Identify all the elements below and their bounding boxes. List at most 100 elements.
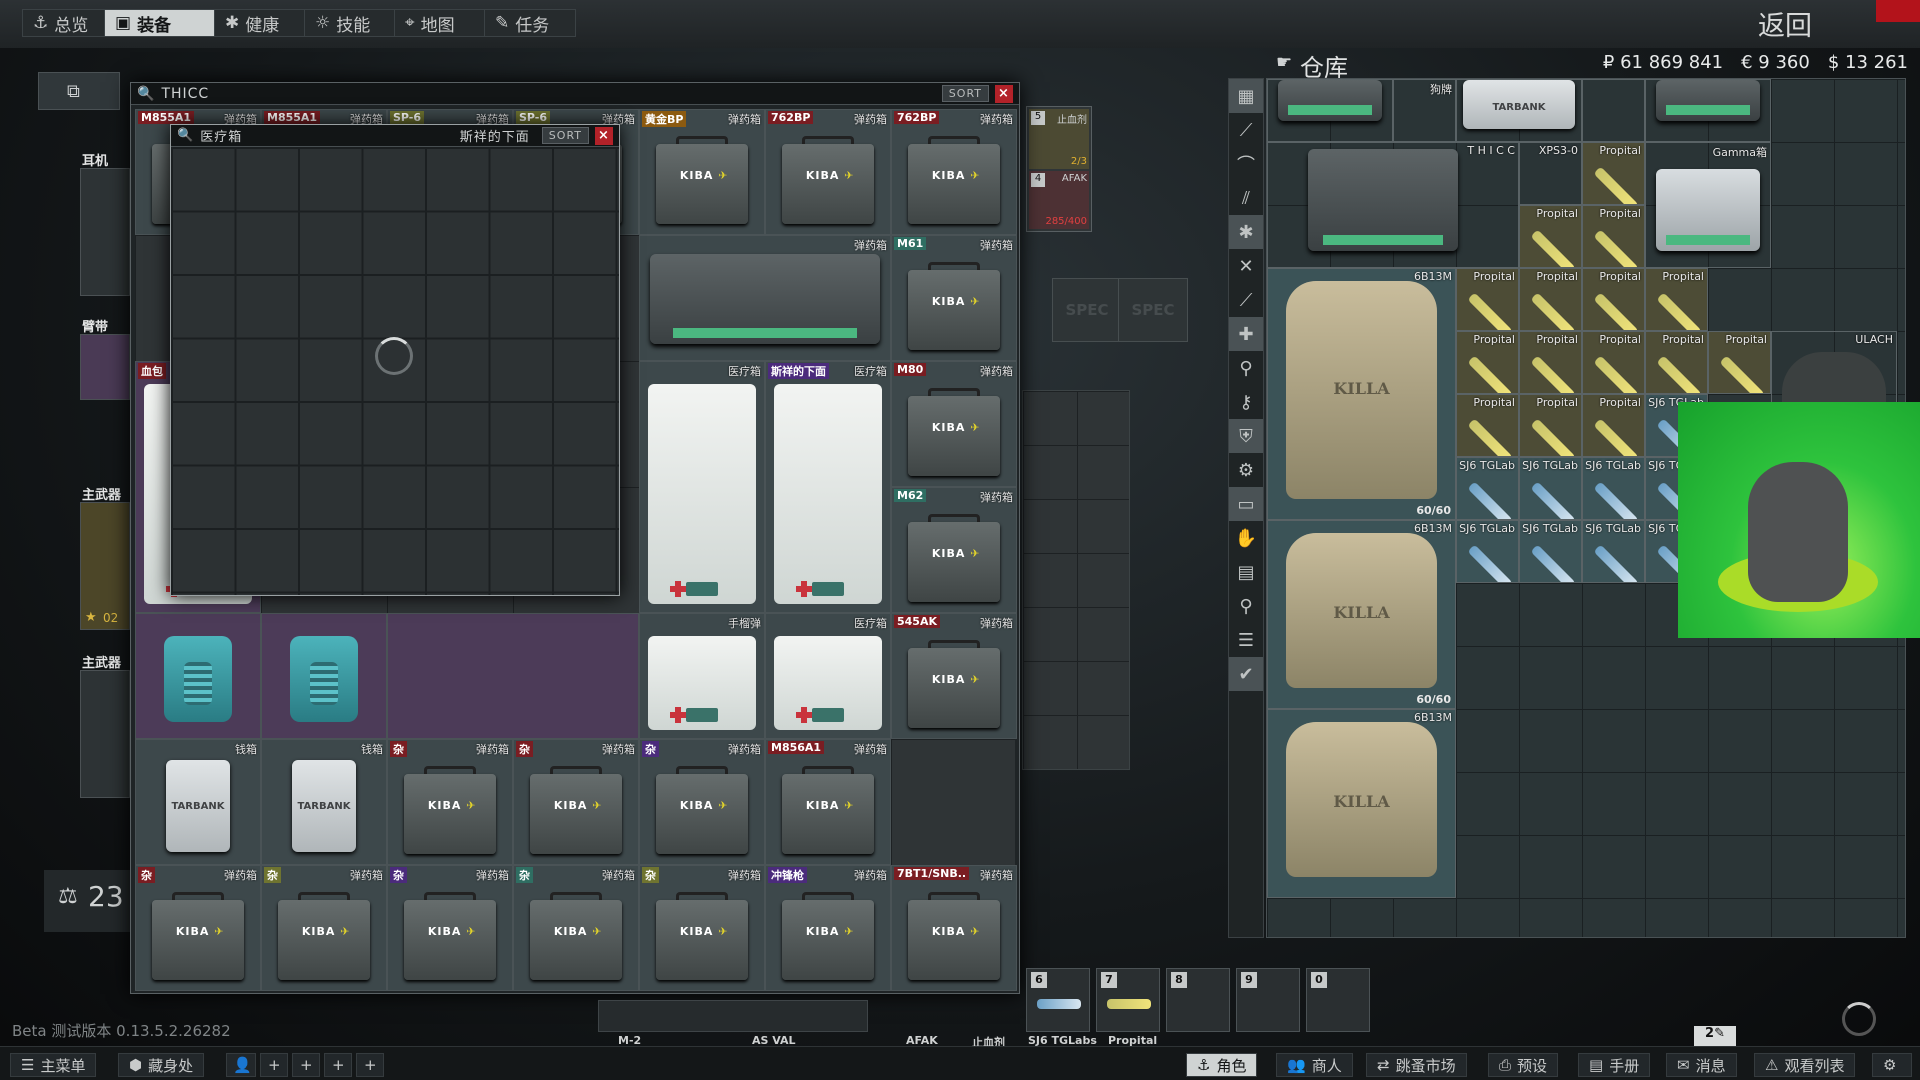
stash-propital-item[interactable]: Propital xyxy=(1582,205,1645,268)
thicc-window-header[interactable]: 🔍 THICC SORT × xyxy=(131,83,1019,105)
hemostat-item[interactable]: 5 止血剂 2/3 xyxy=(1029,109,1089,169)
headset-slot[interactable] xyxy=(80,168,130,296)
stash-sj6-item[interactable]: SJ6 TGLab xyxy=(1519,520,1582,583)
container-item[interactable]: 医疗箱 xyxy=(765,613,891,739)
stash-sj6-item[interactable]: SJ6 TGLab xyxy=(1582,520,1645,583)
quick-slot-0[interactable]: 0 xyxy=(1306,968,1370,1032)
flea-market-button[interactable]: ⇄ 跳蚤市场 xyxy=(1366,1053,1467,1077)
container-item[interactable]: 手榴弹 xyxy=(639,613,765,739)
nav-overview[interactable]: ⚓ 总览 xyxy=(22,9,106,37)
stash-case-item[interactable] xyxy=(1645,79,1771,142)
container-item[interactable]: 弹药箱 xyxy=(639,235,891,361)
spec-slot-1[interactable]: SPEC xyxy=(1052,278,1122,342)
back-button[interactable]: 返回 xyxy=(1758,4,1812,43)
container-item[interactable]: KIBA ✈ 杂 弹药箱 xyxy=(261,865,387,991)
stash-thicc-item[interactable]: T H I C C xyxy=(1267,142,1519,268)
filter-medical-icon[interactable]: ✚ xyxy=(1229,317,1263,351)
stash-propital-item[interactable]: Propital xyxy=(1519,331,1582,394)
filter-containers-icon[interactable]: ▭ xyxy=(1229,487,1263,521)
afak-item[interactable]: 4 AFAK 285/400 xyxy=(1029,171,1089,229)
nav-skills[interactable]: ☼ 技能 xyxy=(304,9,396,37)
container-item[interactable]: KIBA ✈ 7BT1/SNB.. 弹药箱 xyxy=(891,865,1017,991)
stash-propital-item[interactable]: Propital xyxy=(1708,331,1771,394)
stash-propital-item[interactable]: Propital xyxy=(1519,394,1582,457)
container-item[interactable]: KIBA ✈ 762BP 弹药箱 xyxy=(765,109,891,235)
container-item[interactable]: KIBA ✈ 杂 弹药箱 xyxy=(135,865,261,991)
medcase-sort-button[interactable]: SORT xyxy=(541,127,589,144)
teal-case-item[interactable] xyxy=(135,613,261,739)
stash-propital-item[interactable]: Propital xyxy=(1582,394,1645,457)
filter-mods-icon[interactable]: ⚙ xyxy=(1229,453,1263,487)
filter-food-icon[interactable]: ⚲ xyxy=(1229,351,1263,385)
stash-propital-item[interactable]: Propital xyxy=(1456,394,1519,457)
messages-button[interactable]: ✉ 消息 xyxy=(1666,1053,1737,1077)
traders-button[interactable]: 👥 商人 xyxy=(1276,1053,1353,1077)
container-item[interactable]: KIBA ✈ M80 弹药箱 xyxy=(891,361,1017,487)
container-item[interactable]: KIBA ✈ M856A1 弹药箱 xyxy=(765,739,891,865)
handbook-button[interactable]: ▤ 手册 xyxy=(1578,1053,1651,1077)
watchlist-button[interactable]: ⚠ 观看列表 xyxy=(1754,1053,1856,1077)
container-item[interactable]: KIBA ✈ 黄金BP 弹药箱 xyxy=(639,109,765,235)
container-item[interactable]: 斯祥的下面 医疗箱 xyxy=(765,361,891,613)
filter-weapons-icon[interactable]: ⟋ xyxy=(1229,113,1263,147)
stash-tarbank-item[interactable]: TARBANK xyxy=(1456,79,1582,142)
stash-item[interactable] xyxy=(1582,79,1645,142)
stash-propital-item[interactable]: Propital xyxy=(1456,268,1519,331)
teal-case-item[interactable] xyxy=(261,613,387,739)
stash-propital-item[interactable]: Propital xyxy=(1645,331,1708,394)
container-item[interactable]: KIBA ✈ 杂 弹药箱 xyxy=(387,739,513,865)
add-slot-4[interactable]: + xyxy=(356,1053,384,1077)
character-button[interactable]: ⚓ 角色 xyxy=(1186,1053,1258,1077)
quick-slot-8[interactable]: 8 xyxy=(1166,968,1230,1032)
filter-melee-icon[interactable]: ✕ xyxy=(1229,249,1263,283)
container-item[interactable]: KIBA ✈ 杂 弹药箱 xyxy=(387,865,513,991)
filter-armor-icon[interactable]: ⛨ xyxy=(1229,419,1263,453)
stash-vest-item[interactable]: KILLA 6B13M 60/60 xyxy=(1267,268,1456,520)
filter-gear-icon[interactable]: ⌒ xyxy=(1229,147,1263,181)
container-item[interactable]: 医疗箱 xyxy=(639,361,765,613)
rig-grid[interactable] xyxy=(1022,390,1130,770)
container-item[interactable]: KIBA ✈ 杂 弹药箱 xyxy=(639,739,765,865)
quick-slot-7[interactable]: 7 xyxy=(1096,968,1160,1032)
close-button[interactable]: × xyxy=(995,84,1013,103)
primary-weapon-2-slot[interactable] xyxy=(80,670,130,798)
presets-button[interactable]: ⎙ 预设 xyxy=(1488,1053,1559,1077)
quick-slot-9[interactable]: 9 xyxy=(1236,968,1300,1032)
container-item[interactable]: KIBA ✈ M61 弹药箱 xyxy=(891,235,1017,361)
stash-propital-item[interactable]: Propital xyxy=(1582,142,1645,205)
stash-vest-item[interactable]: KILLA 6B13M xyxy=(1267,709,1456,898)
container-item[interactable]: KIBA ✈ 冲锋枪 弹药箱 xyxy=(765,865,891,991)
stash-case-item[interactable] xyxy=(1267,79,1393,142)
filter-ammo-icon[interactable]: ⫽ xyxy=(1229,181,1263,215)
medcase-window-header[interactable]: 🔍 医疗箱 斯祥的下面 SORT × xyxy=(171,125,619,147)
stash-propital-item[interactable]: Propital xyxy=(1582,331,1645,394)
stash-sj6-item[interactable]: SJ6 TGLab xyxy=(1582,457,1645,520)
primary-weapon-slot[interactable]: ★ 02 xyxy=(80,502,130,630)
container-item[interactable]: TARBANK 钱箱 xyxy=(261,739,387,865)
main-menu-button[interactable]: ☰ 主菜单 xyxy=(10,1053,97,1077)
container-item[interactable]: KIBA ✈ 杂 弹药箱 xyxy=(513,865,639,991)
profile-toggle-button[interactable]: ⧉ xyxy=(38,72,120,110)
stash-gamma-item[interactable]: Gamma箱 xyxy=(1645,142,1771,268)
stash-xps-item[interactable]: XPS3-0 xyxy=(1519,142,1582,205)
filter-info-icon[interactable]: ▤ xyxy=(1229,555,1263,589)
medcase-close-button[interactable]: × xyxy=(595,126,613,145)
armband-slot[interactable] xyxy=(80,334,130,400)
settings-button[interactable]: ⚙ xyxy=(1872,1053,1912,1077)
filter-keys-icon[interactable]: ⚷ xyxy=(1229,385,1263,419)
stash-propital-item[interactable]: Propital xyxy=(1645,268,1708,331)
filter-docs-icon[interactable]: ☰ xyxy=(1229,623,1263,657)
nav-map[interactable]: ⌖ 地图 xyxy=(394,9,486,37)
stash-propital-item[interactable]: Propital xyxy=(1519,205,1582,268)
container-item[interactable]: TARBANK 钱箱 xyxy=(135,739,261,865)
add-slot-2[interactable]: + xyxy=(292,1053,320,1077)
container-item[interactable]: KIBA ✈ 762BP 弹药箱 xyxy=(891,109,1017,235)
nav-health[interactable]: ✱ 健康 xyxy=(214,9,306,37)
sort-button[interactable]: SORT xyxy=(941,85,989,102)
container-item[interactable]: KIBA ✈ 杂 弹药箱 xyxy=(639,865,765,991)
stash-sj6-item[interactable]: SJ6 TGLab xyxy=(1456,520,1519,583)
stash-sj6-item[interactable]: SJ6 TGLab xyxy=(1456,457,1519,520)
quick-slot-6[interactable]: 6 xyxy=(1026,968,1090,1032)
container-item[interactable]: KIBA ✈ 杂 弹药箱 xyxy=(513,739,639,865)
filter-check-icon[interactable]: ✔ xyxy=(1229,657,1263,691)
